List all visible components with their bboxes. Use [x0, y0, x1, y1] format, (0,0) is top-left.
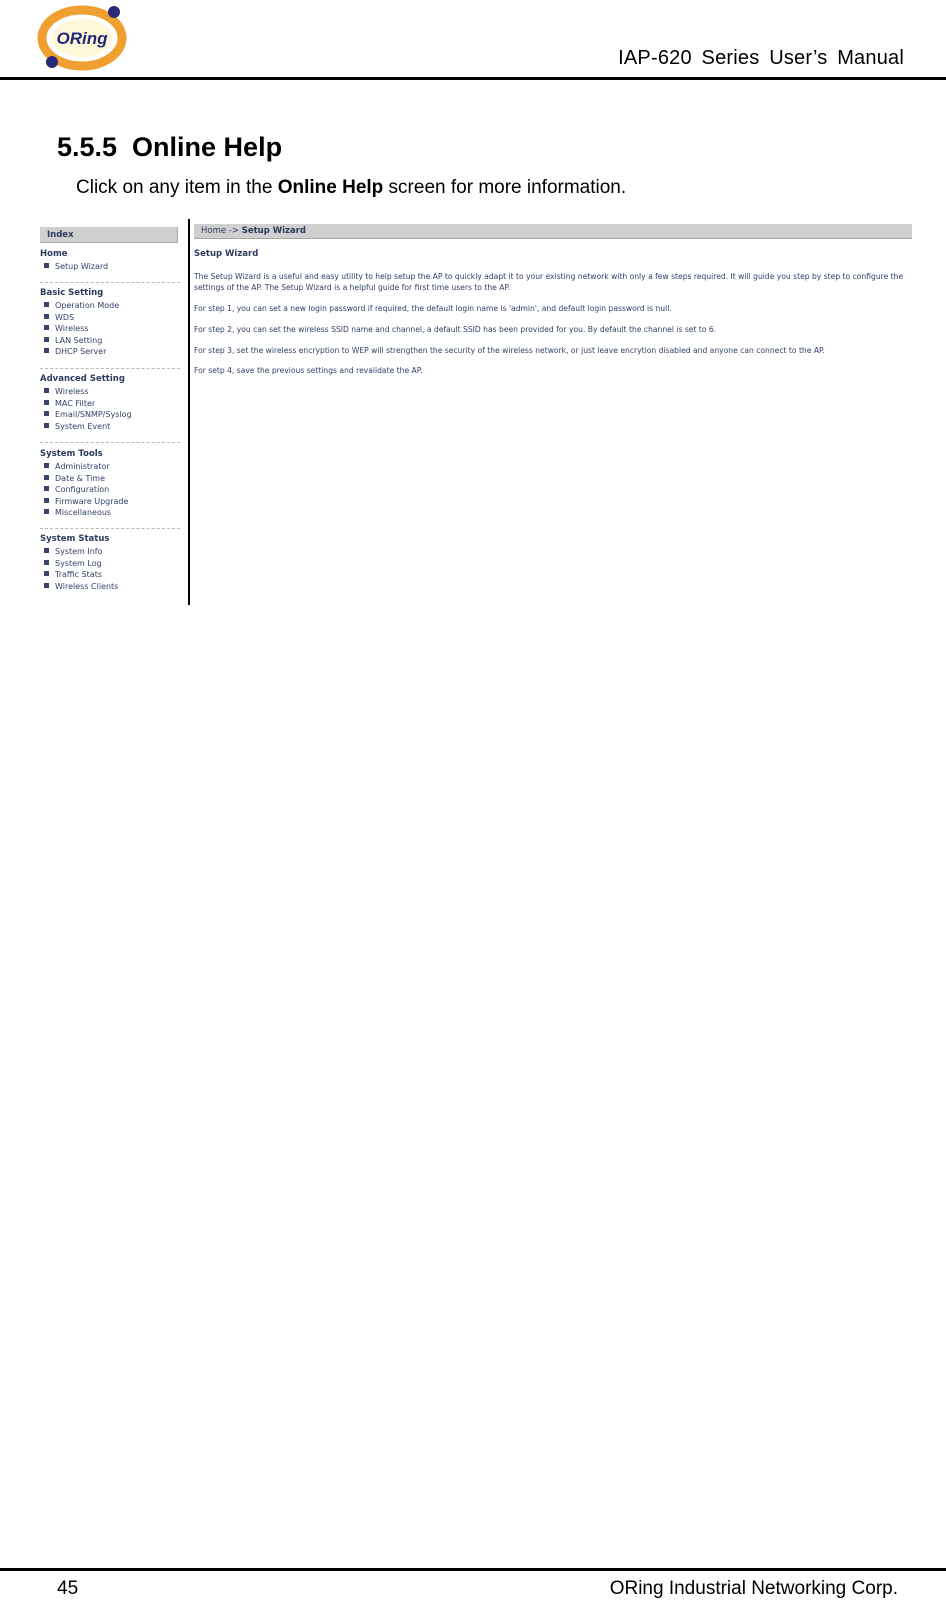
- intro-text-end: screen for more information.: [383, 177, 627, 198]
- sidebar-item-system-log[interactable]: System Log: [40, 558, 180, 570]
- bullet-icon: [44, 313, 49, 319]
- index-header: Index: [40, 227, 178, 243]
- help-index-sidebar: Index Home Setup Wizard Basic Setting Op…: [40, 219, 182, 605]
- sidebar-item-wds[interactable]: WDS: [40, 312, 180, 324]
- sidebar-item-wireless[interactable]: Wireless: [40, 323, 180, 335]
- help-title: Setup Wizard: [194, 249, 259, 259]
- oring-logo: ORing: [36, 2, 130, 72]
- help-paragraph: For step 2, you can set the wireless SSI…: [194, 325, 717, 334]
- bullet-icon: [44, 336, 49, 342]
- sidebar-item-wireless-clients[interactable]: Wireless Clients: [40, 581, 180, 593]
- bullet-icon: [44, 548, 49, 553]
- sidebar-item-miscellaneous[interactable]: Miscellaneous: [40, 507, 180, 519]
- divider: [40, 442, 180, 443]
- bullet-icon: [44, 497, 49, 503]
- bullet-icon: [44, 422, 49, 428]
- sidebar-item-email-snmp-syslog[interactable]: Email/SNMP/Syslog: [40, 409, 180, 421]
- page-number: 45: [57, 1578, 79, 1599]
- bullet-icon: [44, 571, 49, 577]
- bullet-icon: [44, 411, 49, 417]
- footer-divider: [0, 1568, 946, 1571]
- group-title[interactable]: System Tools: [40, 447, 180, 461]
- breadcrumb-home[interactable]: Home ->: [201, 226, 242, 236]
- sidebar-item-administrator[interactable]: Administrator: [40, 461, 180, 473]
- bullet-icon: [44, 486, 49, 492]
- sidebar-item-operation-mode[interactable]: Operation Mode: [40, 300, 180, 312]
- group-title[interactable]: System Status: [40, 532, 180, 546]
- help-paragraph: The Setup Wizard is a useful and easy ut…: [194, 272, 904, 281]
- group-title[interactable]: Advanced Setting: [40, 372, 180, 386]
- sidebar-item-date-time[interactable]: Date & Time: [40, 473, 180, 485]
- bullet-icon: [44, 509, 49, 515]
- sidebar-group-advanced-setting: Advanced Setting Wireless MAC Filter Ema…: [40, 372, 180, 432]
- group-title[interactable]: Home: [40, 247, 180, 261]
- header-divider: [0, 77, 946, 80]
- bullet-icon: [44, 559, 49, 565]
- help-paragraph: For setp 4, save the previous settings a…: [194, 366, 423, 375]
- sidebar-item-firmware-upgrade[interactable]: Firmware Upgrade: [40, 496, 180, 508]
- divider: [40, 368, 180, 369]
- sidebar-item-lan-setting[interactable]: LAN Setting: [40, 335, 180, 347]
- sidebar-group-system-status: System Status System Info System Log Tra…: [40, 532, 180, 592]
- online-help-screenshot: Index Home Setup Wizard Basic Setting Op…: [38, 219, 912, 605]
- sidebar-item-setup-wizard[interactable]: Setup Wizard: [40, 261, 180, 273]
- help-paragraph: For step 1, you can set a new login pass…: [194, 304, 672, 313]
- section-title: 5.5.5 Online Help: [57, 132, 283, 162]
- sidebar-item-system-info[interactable]: System Info: [40, 546, 180, 558]
- group-title[interactable]: Basic Setting: [40, 286, 180, 300]
- bullet-icon: [44, 582, 49, 588]
- svg-text:ORing: ORing: [57, 29, 109, 48]
- bullet-icon: [44, 399, 49, 405]
- bullet-icon: [44, 463, 49, 468]
- help-content-panel: Home -> Setup Wizard Setup Wizard The Se…: [194, 219, 912, 605]
- sidebar-item-wireless-advanced[interactable]: Wireless: [40, 386, 180, 398]
- help-paragraph: settings of the AP. The Setup Wizard is …: [194, 283, 511, 292]
- sidebar-item-traffic-stats[interactable]: Traffic Stats: [40, 569, 180, 581]
- breadcrumb-current: Setup Wizard: [241, 226, 306, 236]
- frame-divider: [188, 219, 190, 605]
- sidebar-item-dhcp-server[interactable]: DHCP Server: [40, 346, 180, 358]
- sidebar-item-system-event[interactable]: System Event: [40, 421, 180, 433]
- divider: [40, 282, 180, 283]
- intro-bold-text: Online Help: [277, 177, 384, 198]
- sidebar-item-mac-filter[interactable]: MAC Filter: [40, 398, 180, 410]
- oring-logo-icon: ORing: [37, 5, 127, 71]
- help-paragraph: For step 3, set the wireless encryption …: [194, 346, 825, 355]
- company-name: ORing Industrial Networking Corp.: [609, 1578, 898, 1599]
- bullet-icon: [44, 263, 49, 268]
- sidebar-item-configuration[interactable]: Configuration: [40, 484, 180, 496]
- manual-title: IAP-620 Series User’s Manual: [618, 47, 904, 69]
- intro-text: Click on any item in the: [76, 177, 278, 198]
- sidebar-group-basic-setting: Basic Setting Operation Mode WDS Wireles…: [40, 286, 180, 358]
- bullet-icon: [44, 348, 49, 354]
- sidebar-group-home: Home Setup Wizard: [40, 247, 180, 273]
- breadcrumb: Home -> Setup Wizard: [194, 224, 912, 239]
- bullet-icon: [44, 302, 49, 307]
- bullet-icon: [44, 325, 49, 331]
- bullet-icon: [44, 388, 49, 393]
- sidebar-group-system-tools: System Tools Administrator Date & Time C…: [40, 447, 180, 519]
- intro-paragraph: Click on any item in the Online Help scr…: [76, 177, 626, 199]
- divider: [40, 528, 180, 529]
- bullet-icon: [44, 474, 49, 480]
